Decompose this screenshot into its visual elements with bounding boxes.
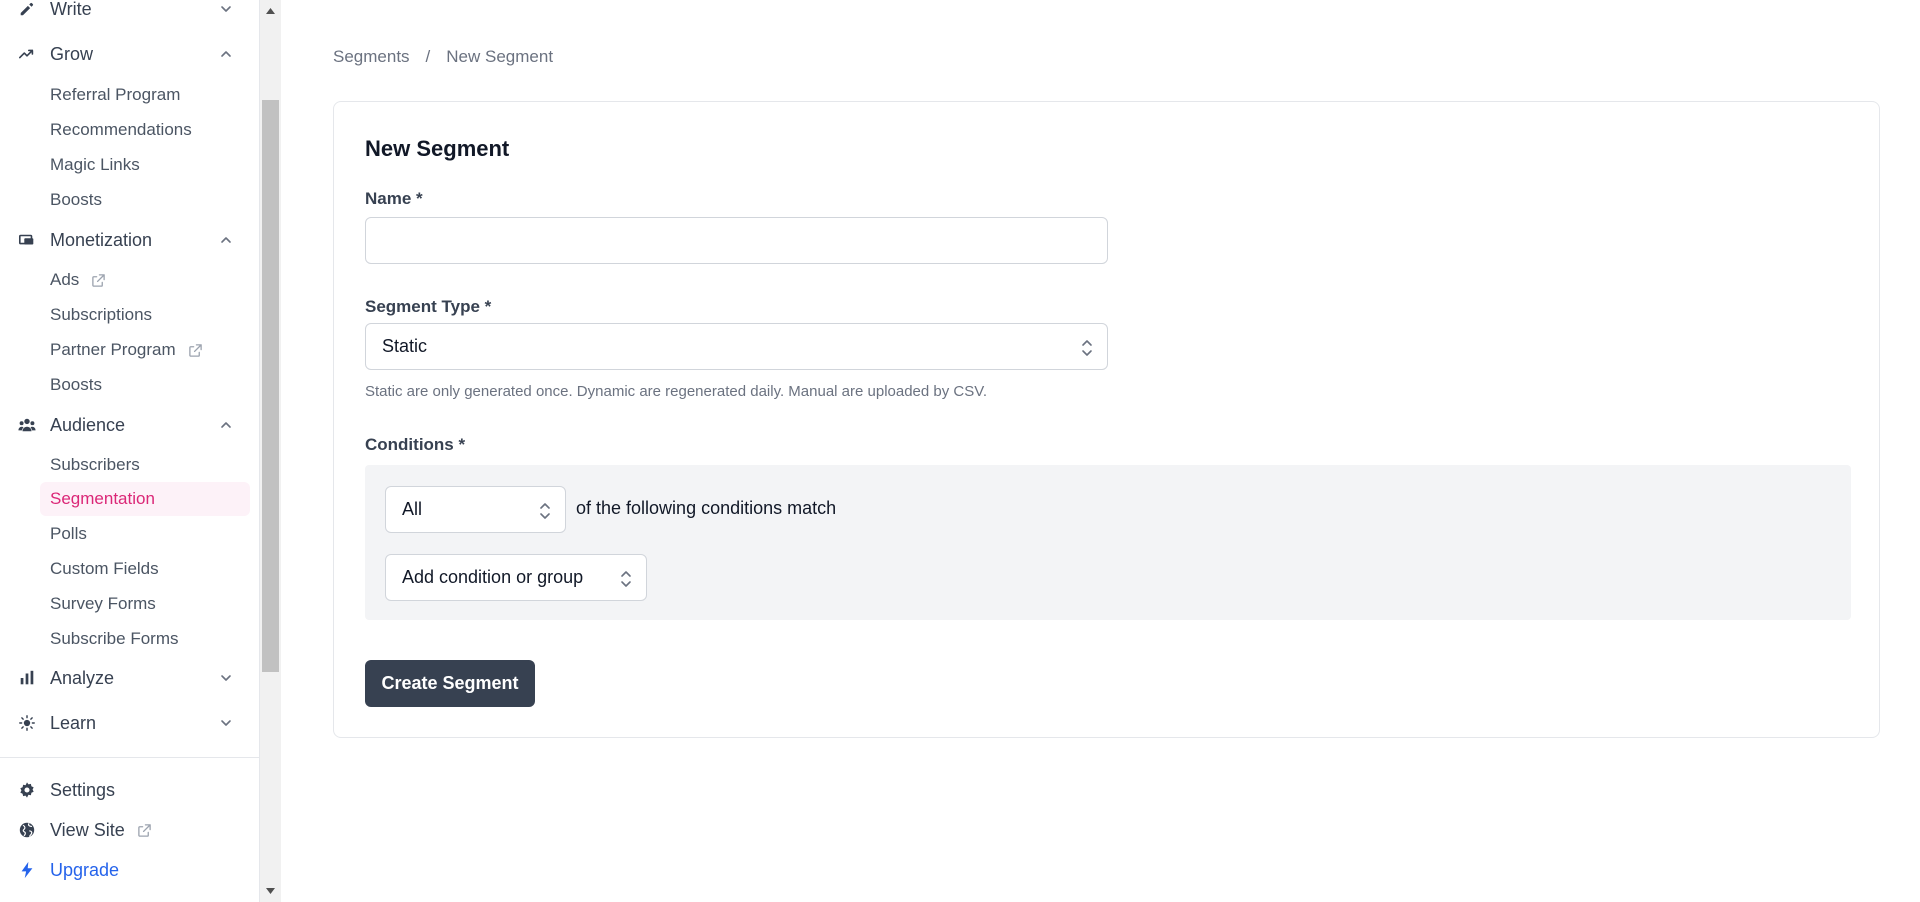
chevron-up-down-icon <box>621 571 631 587</box>
chevron-up-icon <box>221 422 231 428</box>
sidebar-item-magic-links[interactable]: Magic Links <box>40 148 250 182</box>
page-title: New Segment <box>365 136 510 161</box>
conditions-label: Conditions * <box>365 435 466 454</box>
sidebar-section-write[interactable]: Write <box>16 0 250 24</box>
sidebar-item-label: Survey Forms <box>50 594 156 613</box>
sidebar-section-label: Learn <box>50 712 97 733</box>
sidebar-scrollbar[interactable] <box>260 0 281 902</box>
sidebar-item-partner-program[interactable]: Partner Program <box>40 333 250 367</box>
chevron-down-icon <box>221 675 231 681</box>
match-mode-select[interactable]: All <box>385 486 566 533</box>
external-link-icon <box>137 823 151 837</box>
sidebar-item-subscriptions[interactable]: Subscriptions <box>40 298 250 332</box>
sidebar-item-ads[interactable]: Ads <box>40 263 250 297</box>
sidebar: Write Grow Referral Program Recommendati… <box>0 0 260 902</box>
sidebar-view-site[interactable]: View Site <box>16 815 250 845</box>
sidebar-item-label: Partner Program <box>50 340 176 359</box>
sidebar-item-label: Subscribe Forms <box>50 629 179 648</box>
sidebar-settings-label: Settings <box>50 779 116 800</box>
trending-up-icon <box>16 43 38 65</box>
sidebar-item-label: Polls <box>50 524 87 543</box>
chevron-up-icon <box>221 237 231 243</box>
gear-icon <box>16 779 38 801</box>
globe-icon <box>16 819 38 841</box>
add-condition-label: Add condition or group <box>402 567 584 587</box>
sidebar-settings[interactable]: Settings <box>16 775 250 805</box>
lightning-icon <box>16 859 38 881</box>
sidebar-upgrade[interactable]: Upgrade <box>16 855 250 885</box>
sidebar-item-subscribers[interactable]: Subscribers <box>40 448 250 482</box>
sidebar-section-label: Grow <box>50 43 94 64</box>
chevron-up-icon <box>221 51 231 57</box>
sidebar-section-learn[interactable]: Learn <box>16 708 250 738</box>
add-condition-select[interactable]: Add condition or group <box>385 554 647 601</box>
external-link-icon <box>92 273 106 287</box>
sidebar-item-referral-program[interactable]: Referral Program <box>40 78 250 112</box>
sidebar-section-audience[interactable]: Audience <box>16 410 250 440</box>
sidebar-item-subscribe-forms[interactable]: Subscribe Forms <box>40 622 250 656</box>
create-segment-button[interactable]: Create Segment <box>365 660 535 707</box>
breadcrumb-separator: / <box>425 47 431 66</box>
bar-chart-icon <box>16 667 38 689</box>
breadcrumb: Segments / New Segment <box>333 47 553 67</box>
sidebar-upgrade-label: Upgrade <box>50 859 120 880</box>
sidebar-item-custom-fields[interactable]: Custom Fields <box>40 552 250 586</box>
sidebar-item-boosts[interactable]: Boosts <box>40 183 250 217</box>
scrollbar-thumb[interactable] <box>262 100 279 672</box>
sidebar-item-label: Magic Links <box>50 155 140 174</box>
segment-type-value: Static <box>382 336 428 356</box>
sidebar-item-label: Boosts <box>50 375 102 394</box>
name-input[interactable] <box>365 217 1108 264</box>
scroll-down-arrow-icon[interactable] <box>260 880 281 902</box>
chevron-down-icon <box>221 6 231 12</box>
segment-type-label: Segment Type * <box>365 297 492 316</box>
sidebar-section-grow[interactable]: Grow <box>16 39 250 69</box>
users-icon <box>16 414 38 436</box>
match-mode-value: All <box>402 499 423 519</box>
conditions-panel: All of the following conditions match Ad… <box>365 465 1851 620</box>
sidebar-item-recommendations[interactable]: Recommendations <box>40 113 250 147</box>
scroll-up-arrow-icon[interactable] <box>260 0 281 22</box>
sidebar-view-site-label: View Site <box>50 819 125 840</box>
match-description: of the following conditions match <box>576 498 837 518</box>
breadcrumb-current: New Segment <box>446 47 554 66</box>
sidebar-item-label: Referral Program <box>50 85 181 104</box>
segment-type-help: Static are only generated once. Dynamic … <box>365 383 988 400</box>
monetization-icon <box>16 229 38 251</box>
sidebar-item-polls[interactable]: Polls <box>40 517 250 551</box>
sidebar-section-label: Monetization <box>50 229 153 250</box>
sidebar-section-monetization[interactable]: Monetization <box>16 225 250 255</box>
segment-type-select[interactable]: Static <box>365 323 1108 370</box>
breadcrumb-segments-link[interactable]: Segments <box>333 47 410 67</box>
sidebar-item-label: Subscriptions <box>50 305 153 324</box>
new-segment-card: New Segment Name * Segment Type * Static… <box>333 101 1880 738</box>
sidebar-item-label: Subscribers <box>50 455 140 474</box>
name-label: Name * <box>365 189 423 208</box>
chevron-up-down-icon <box>540 503 550 519</box>
sidebar-item-survey-forms[interactable]: Survey Forms <box>40 587 250 621</box>
chevron-up-down-icon <box>1082 340 1092 356</box>
external-link-icon <box>188 343 202 357</box>
sidebar-item-label: Segmentation <box>50 489 155 508</box>
sidebar-item-segmentation[interactable]: Segmentation <box>40 482 250 516</box>
pencil-icon <box>16 0 38 20</box>
chevron-down-icon <box>221 720 231 726</box>
lightbulb-icon <box>16 712 38 734</box>
sidebar-divider <box>0 757 259 758</box>
sidebar-item-label: Custom Fields <box>50 559 159 578</box>
sidebar-section-analyze[interactable]: Analyze <box>16 663 250 693</box>
sidebar-item-label: Recommendations <box>50 120 192 139</box>
sidebar-item-label: Ads <box>50 270 80 289</box>
sidebar-section-label: Audience <box>50 414 126 435</box>
sidebar-item-label: Boosts <box>50 190 102 209</box>
sidebar-item-boosts[interactable]: Boosts <box>40 368 250 402</box>
sidebar-section-label: Write <box>50 0 92 19</box>
sidebar-section-label: Analyze <box>50 667 115 688</box>
